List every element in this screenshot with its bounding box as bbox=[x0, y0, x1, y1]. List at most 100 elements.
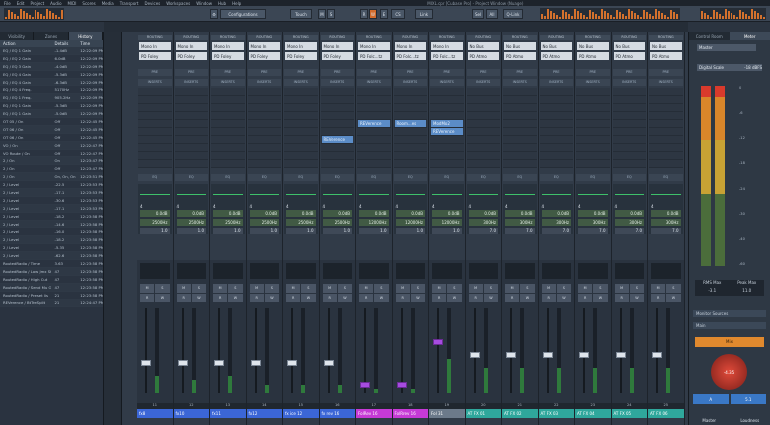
eq-frequency[interactable]: 12000Hz bbox=[432, 219, 462, 226]
input-routing[interactable]: Mono In bbox=[139, 42, 171, 50]
mute-button[interactable]: M bbox=[395, 284, 410, 293]
eq-frequency[interactable]: 300Hz bbox=[541, 219, 571, 226]
history-row[interactable]: EQ / EQ 4 Gain -6.3dB 12:22:09 PM bbox=[0, 78, 103, 87]
solo-button[interactable]: S bbox=[447, 284, 462, 293]
write-button[interactable]: W bbox=[556, 293, 571, 302]
volume-knob[interactable]: -4.35 bbox=[711, 354, 747, 390]
eq-header[interactable]: EQ bbox=[393, 174, 427, 181]
eq-q[interactable]: 1.0 bbox=[286, 228, 316, 234]
tab-loudness[interactable]: Loudness bbox=[730, 417, 770, 425]
history-row[interactable]: VO Route / On Off 12:22:47 PM bbox=[0, 150, 103, 158]
read-button[interactable]: R bbox=[213, 293, 228, 302]
channel-name[interactable]: AT FX 01 bbox=[465, 409, 501, 418]
pre-header[interactable]: PRE bbox=[503, 69, 537, 76]
output-routing[interactable]: PD Atmo bbox=[577, 52, 609, 60]
monitor-sources-row[interactable]: Monitor Sources bbox=[693, 310, 766, 317]
history-row[interactable]: 2 / On On 12:23:47 PM bbox=[0, 157, 103, 166]
link-button[interactable]: Link bbox=[415, 9, 433, 19]
fader-handle[interactable] bbox=[615, 351, 626, 358]
solo-button[interactable]: S bbox=[410, 284, 425, 293]
pre-header[interactable]: PRE bbox=[649, 69, 683, 76]
output-routing[interactable]: PD Folc...tz bbox=[431, 52, 463, 60]
inserts-header[interactable]: INSERTS bbox=[612, 79, 646, 86]
inserts-header[interactable]: INSERTS bbox=[430, 79, 464, 86]
input-routing[interactable]: No Bus bbox=[540, 42, 572, 50]
channel-name[interactable]: Fol 31 bbox=[429, 409, 465, 418]
write-button[interactable]: W bbox=[191, 293, 206, 302]
eq-frequency[interactable]: 12000Hz bbox=[395, 219, 425, 226]
fader-handle[interactable] bbox=[396, 381, 407, 388]
pre-header[interactable]: PRE bbox=[576, 69, 610, 76]
history-row[interactable]: RoutedRadio / Time 3.63 12:23:58 PM bbox=[0, 260, 103, 268]
read-button[interactable]: R bbox=[651, 293, 666, 302]
output-routing[interactable]: PD Folc...tz bbox=[358, 52, 390, 60]
solo-button[interactable]: S bbox=[301, 284, 316, 293]
history-row[interactable]: OT 06 / On Off 12:22:45 PM bbox=[0, 134, 103, 142]
fader-handle[interactable] bbox=[177, 360, 188, 367]
history-col-time[interactable]: Time bbox=[77, 40, 103, 47]
input-routing[interactable]: Mono In bbox=[175, 42, 207, 50]
menu-item-audio[interactable]: Audio bbox=[50, 1, 61, 6]
channel-name[interactable]: fx rev 16 bbox=[319, 409, 355, 418]
inserts-header[interactable]: INSERTS bbox=[503, 79, 537, 86]
pre-header[interactable]: PRE bbox=[247, 69, 281, 76]
input-routing[interactable]: Mono In bbox=[321, 42, 353, 50]
fader-handle[interactable] bbox=[287, 360, 297, 367]
input-routing[interactable]: Mono In bbox=[285, 42, 317, 50]
eq-frequency[interactable]: 12000Hz bbox=[359, 219, 389, 226]
pre-header[interactable]: PRE bbox=[430, 69, 464, 76]
fader-handle[interactable] bbox=[506, 351, 516, 358]
eq-header[interactable]: EQ bbox=[430, 174, 464, 181]
input-routing[interactable]: Mono In bbox=[358, 42, 390, 50]
history-row[interactable]: EQ / EQ 4 Gain -5.3dB 12:22:09 PM bbox=[0, 71, 103, 79]
read-button[interactable]: R bbox=[322, 293, 337, 302]
tab-zones[interactable]: Zones bbox=[34, 32, 69, 40]
mute-button[interactable]: M bbox=[505, 284, 520, 293]
eq-q[interactable]: 1.0 bbox=[213, 228, 243, 234]
eq-q[interactable]: 1.0 bbox=[322, 228, 352, 234]
input-routing[interactable]: No Bus bbox=[467, 42, 499, 50]
pre-header[interactable]: PRE bbox=[612, 69, 646, 76]
solo-button[interactable]: S bbox=[228, 284, 243, 293]
menu-item-devices[interactable]: Devices bbox=[145, 1, 161, 6]
eq-header[interactable]: EQ bbox=[503, 174, 537, 181]
eq-header[interactable]: EQ bbox=[320, 174, 354, 181]
input-routing[interactable]: No Bus bbox=[650, 42, 682, 50]
history-row[interactable]: OT 05 / On Off 12:22:45 PM bbox=[0, 118, 103, 126]
mute-button[interactable]: M bbox=[541, 284, 556, 293]
fader-handle[interactable] bbox=[323, 360, 334, 367]
fader-handle[interactable] bbox=[542, 351, 553, 358]
eq-q[interactable]: 7.0 bbox=[578, 228, 608, 234]
eq-header[interactable]: EQ bbox=[211, 174, 245, 181]
write-button[interactable]: W bbox=[369, 9, 377, 19]
pre-header[interactable]: PRE bbox=[211, 69, 245, 76]
inserts-header[interactable]: INSERTS bbox=[649, 79, 683, 86]
config-icon[interactable]: ⚙ bbox=[210, 9, 218, 19]
eq-gain[interactable]: 0.0dB bbox=[468, 210, 498, 217]
solo-button[interactable]: S bbox=[191, 284, 206, 293]
solo-button[interactable]: S bbox=[483, 284, 498, 293]
history-row[interactable]: REVerence / BtTreSplit 21 12:24:47 PM bbox=[0, 299, 103, 308]
speaker-51-button[interactable]: 5.1 bbox=[730, 394, 766, 404]
eq-frequency[interactable]: 2500Hz bbox=[213, 219, 243, 226]
inserts-header[interactable]: INSERTS bbox=[138, 79, 172, 86]
menu-item-hub[interactable]: Hub bbox=[218, 1, 226, 6]
pan-display[interactable] bbox=[395, 263, 425, 279]
read-button[interactable]: R bbox=[432, 293, 447, 302]
solo-button[interactable]: S bbox=[629, 284, 644, 293]
insert-slot[interactable]: REVerence bbox=[431, 128, 463, 135]
inserts-header[interactable]: INSERTS bbox=[174, 79, 208, 86]
menu-item-file[interactable]: File bbox=[4, 1, 11, 6]
pre-header[interactable]: PRE bbox=[174, 69, 208, 76]
write-button[interactable]: W bbox=[374, 293, 389, 302]
write-button[interactable]: W bbox=[447, 293, 462, 302]
solo-button[interactable]: S bbox=[556, 284, 571, 293]
history-row[interactable]: 2 / Level -18.2 12:23:58 PM bbox=[0, 213, 103, 221]
inserts-header[interactable]: INSERTS bbox=[320, 79, 354, 86]
channel-name[interactable]: fx11 bbox=[210, 409, 246, 418]
pan-display[interactable] bbox=[249, 263, 279, 279]
eq-gain[interactable]: 0.0dB bbox=[213, 210, 243, 217]
read-button[interactable]: R bbox=[360, 9, 368, 19]
eq-header[interactable]: EQ bbox=[357, 174, 391, 181]
solo-button[interactable]: S bbox=[666, 284, 681, 293]
